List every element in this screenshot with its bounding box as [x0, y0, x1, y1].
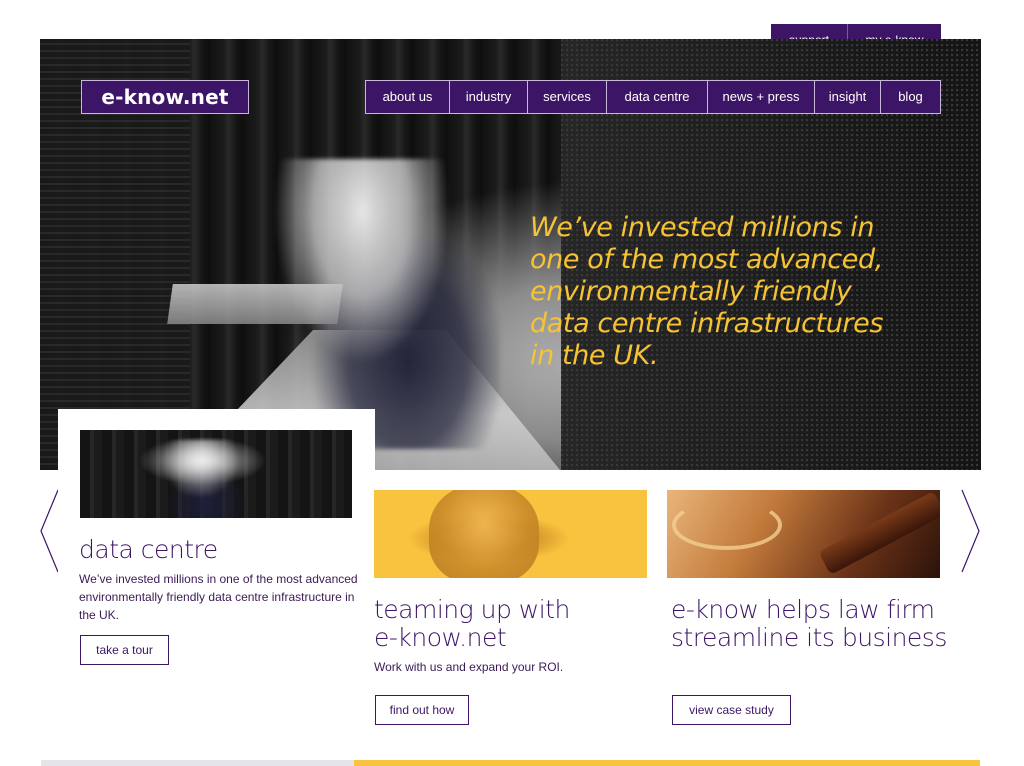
nav-item-services[interactable]: services [527, 81, 606, 113]
card-image-teaming-up [374, 490, 647, 578]
card-image-law-firm [667, 490, 940, 578]
nav-item-news-press[interactable]: news + press [707, 81, 814, 113]
card-title-line: teaming up with [374, 595, 570, 624]
hero-headline: We’ve invested millions in one of the mo… [530, 212, 910, 372]
card-title-line: streamline its business [671, 623, 947, 652]
nav-item-insight[interactable]: insight [814, 81, 880, 113]
hero-headline-line: in the UK. [530, 340, 659, 371]
gavel-image [818, 491, 940, 575]
hero-headline-line: environmentally friendly [530, 276, 852, 307]
site-logo[interactable]: e-know.net [81, 80, 249, 114]
footer-strip-accent [354, 760, 980, 766]
card-title: teaming up with e-know.net [374, 596, 570, 652]
card-title: data centre [79, 535, 218, 564]
card-image-data-centre [80, 430, 352, 518]
hero-headline-line: one of the most advanced, [530, 244, 883, 275]
scales-of-justice-image [672, 500, 782, 550]
technician-image [270, 159, 500, 449]
main-nav: about us industry services data centre n… [365, 80, 941, 114]
footer-strip [41, 760, 354, 766]
view-case-study-button[interactable]: view case study [672, 695, 791, 725]
nav-item-industry[interactable]: industry [449, 81, 527, 113]
card-text: We’ve invested millions in one of the mo… [79, 572, 358, 622]
technician-thumbnail [140, 440, 250, 518]
card-text: Work with us and expand your ROI. [374, 660, 564, 674]
card-title: e-know helps law firm streamline its bus… [671, 596, 947, 652]
carousel-next-button[interactable] [958, 488, 982, 574]
take-a-tour-button[interactable]: take a tour [80, 635, 169, 665]
chevron-right-icon [961, 489, 980, 573]
hero-headline-line: We’ve invested millions in [530, 212, 875, 243]
card-title-line: e-know helps law firm [671, 595, 935, 624]
man-portrait-image [429, 490, 539, 578]
find-out-how-button[interactable]: find out how [375, 695, 469, 725]
card-title-line: e-know.net [374, 623, 507, 652]
nav-item-data-centre[interactable]: data centre [606, 81, 707, 113]
nav-item-about-us[interactable]: about us [366, 81, 449, 113]
nav-item-blog[interactable]: blog [880, 81, 940, 113]
hero-headline-line: data centre infrastructures [530, 308, 884, 339]
